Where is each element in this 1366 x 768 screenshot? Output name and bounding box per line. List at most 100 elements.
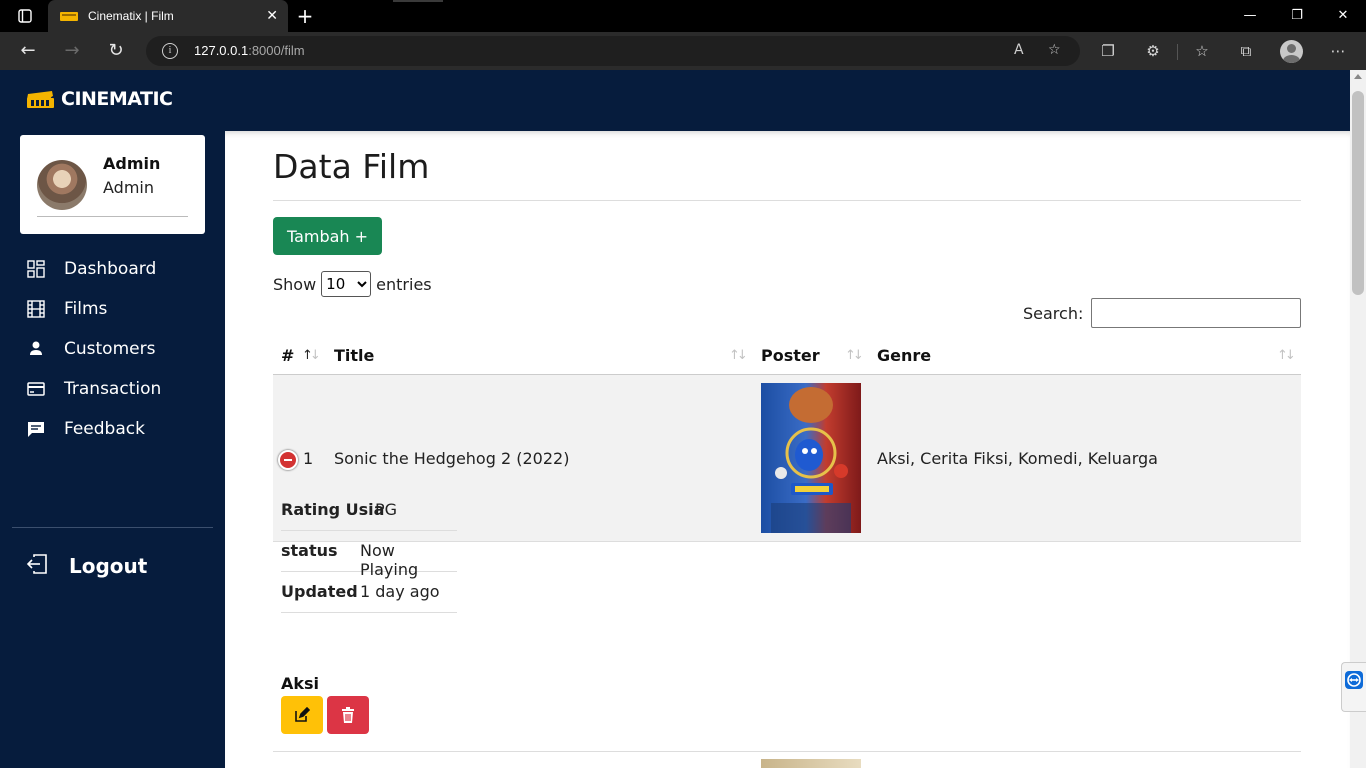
favorites-icon[interactable]: ☆ <box>1192 41 1212 61</box>
title-divider <box>273 200 1301 201</box>
sidebar-divider <box>12 527 213 528</box>
sidebar-item-label: Transaction <box>64 379 162 399</box>
next-row-poster-image <box>761 759 861 768</box>
window-close-icon[interactable]: ✕ <box>1334 8 1352 24</box>
logout-button[interactable]: Logout <box>26 554 147 578</box>
reload-icon[interactable]: ↻ <box>104 40 128 62</box>
column-header-title[interactable]: Title <box>334 346 374 365</box>
forward-icon[interactable]: → <box>60 40 84 62</box>
page-size-control: Show 10 entries <box>273 271 432 297</box>
search-control: Search: <box>1023 298 1302 328</box>
table-header: # ↑↓ Title ↑↓ Poster ↑↓ Genre ↑↓ <box>273 338 1301 375</box>
url-text: 127.0.0.1:8000/film <box>194 43 305 58</box>
user-name: Admin <box>103 154 161 173</box>
detail-aksi-label: Aksi <box>281 674 320 693</box>
detail-value: 1 day ago <box>360 582 440 601</box>
brand-name: CINEMATIC <box>61 88 173 110</box>
logout-label: Logout <box>69 554 148 578</box>
film-genre: Aksi, Cerita Fiksi, Komedi, Keluarga <box>877 449 1158 468</box>
browser-tab-bar: Cinematix | Film ✕ + — ❐ ✕ <box>0 0 1366 32</box>
sort-asc-icon[interactable]: ↑↓ <box>302 348 321 363</box>
browser-tab[interactable]: Cinematix | Film ✕ <box>48 0 288 32</box>
detail-status: status Now Playing <box>281 531 457 579</box>
page-title: Data Film <box>273 147 430 186</box>
sidebar-item-label: Customers <box>64 339 156 359</box>
toolbar-separator <box>1177 44 1178 60</box>
brand[interactable]: CINEMATIC <box>26 88 173 110</box>
ticket-logo-icon <box>27 91 54 108</box>
column-header-genre[interactable]: Genre <box>877 346 931 365</box>
profile-avatar-icon[interactable] <box>1280 40 1303 63</box>
column-header-poster[interactable]: Poster <box>761 346 820 365</box>
detail-label: status <box>281 541 338 560</box>
extensions-icon[interactable]: ⚙ <box>1143 41 1163 61</box>
avatar <box>37 160 87 210</box>
scroll-up-icon[interactable] <box>1354 74 1362 79</box>
credit-card-icon <box>26 379 46 399</box>
row-number: 1 <box>303 449 314 468</box>
search-input[interactable] <box>1091 298 1302 328</box>
logout-icon <box>26 554 48 578</box>
address-toolbar: ← → ↻ i 127.0.0.1:8000/film A ☆ ❐ ⚙ ☆ ⧉ … <box>0 32 1366 70</box>
film-poster-image <box>761 383 861 533</box>
add-film-button[interactable]: Tambah + <box>273 217 382 255</box>
detail-updated: Updated 1 day ago <box>281 572 457 613</box>
entries-label: entries <box>376 274 432 294</box>
tab-title: Cinematix | Film <box>88 9 174 23</box>
show-label: Show <box>273 274 317 294</box>
sidebar-item-customers[interactable]: Customers <box>26 337 155 361</box>
url-host: 127.0.0.1 <box>194 43 249 58</box>
sidebar-item-label: Films <box>64 299 108 319</box>
sidebar-item-films[interactable]: Films <box>26 297 107 321</box>
main-content: Data Film Tambah + Show 10 entries Searc… <box>225 131 1350 768</box>
detail-label: Updated <box>281 582 358 601</box>
collapse-row-icon[interactable] <box>278 450 298 470</box>
sort-icon[interactable]: ↑↓ <box>845 348 864 363</box>
sidebar-item-label: Dashboard <box>64 259 157 279</box>
url-path: :8000/film <box>248 43 305 58</box>
dashboard-icon <box>26 259 46 279</box>
detail-value: PG <box>375 500 398 519</box>
read-aloud-icon[interactable]: A <box>1014 42 1024 58</box>
user-card: Admin Admin <box>20 135 205 234</box>
app-header: CINEMATIC <box>0 70 1350 131</box>
minimize-icon[interactable]: — <box>1241 8 1259 24</box>
trash-icon <box>342 707 354 723</box>
tab-strip-marker <box>393 0 443 2</box>
detail-label: Rating Usia <box>281 500 385 519</box>
person-icon <box>26 339 46 359</box>
film-title: Sonic the Hedgehog 2 (2022) <box>334 449 570 468</box>
browser-collections-icon[interactable]: ⧉ <box>1236 41 1256 61</box>
favorite-add-icon[interactable]: ☆ <box>1048 42 1061 58</box>
ticket-favicon-icon <box>60 12 78 21</box>
user-card-divider <box>37 216 188 217</box>
column-header-number[interactable]: # <box>281 346 294 365</box>
sidebar-item-dashboard[interactable]: Dashboard <box>26 257 156 281</box>
back-icon[interactable]: ← <box>16 40 40 62</box>
search-label: Search: <box>1023 303 1084 323</box>
restore-icon[interactable]: ❐ <box>1288 8 1306 24</box>
tab-actions-icon[interactable] <box>14 6 36 26</box>
page-size-select[interactable]: 10 <box>321 271 372 297</box>
scroll-thumb[interactable] <box>1352 91 1364 295</box>
delete-button[interactable] <box>327 696 369 734</box>
new-tab-icon[interactable]: + <box>294 6 316 26</box>
sort-icon[interactable]: ↑↓ <box>729 348 748 363</box>
tab-close-icon[interactable]: ✕ <box>266 8 278 24</box>
remote-support-icon <box>1345 671 1363 689</box>
more-menu-icon[interactable]: ⋯ <box>1328 41 1348 61</box>
sidebar: Admin Admin Dashboard Films Customers Tr… <box>0 131 225 768</box>
sort-icon[interactable]: ↑↓ <box>1277 348 1296 363</box>
site-info-icon[interactable]: i <box>162 43 178 59</box>
table-row-divider <box>273 751 1301 752</box>
sidebar-item-feedback[interactable]: Feedback <box>26 417 145 441</box>
sidebar-item-transaction[interactable]: Transaction <box>26 377 161 401</box>
user-role: Admin <box>103 178 154 197</box>
edit-button[interactable] <box>281 696 323 734</box>
address-bar[interactable]: i 127.0.0.1:8000/film A ☆ <box>146 36 1080 66</box>
remote-support-widget[interactable] <box>1341 662 1366 712</box>
collections-icon[interactable]: ❐ <box>1098 41 1118 61</box>
page-viewport: CINEMATIC Admin Admin Dashboard Films Cu… <box>0 70 1366 768</box>
row-details: Rating Usia PG status Now Playing Update… <box>281 490 457 613</box>
detail-rating: Rating Usia PG <box>281 490 457 531</box>
